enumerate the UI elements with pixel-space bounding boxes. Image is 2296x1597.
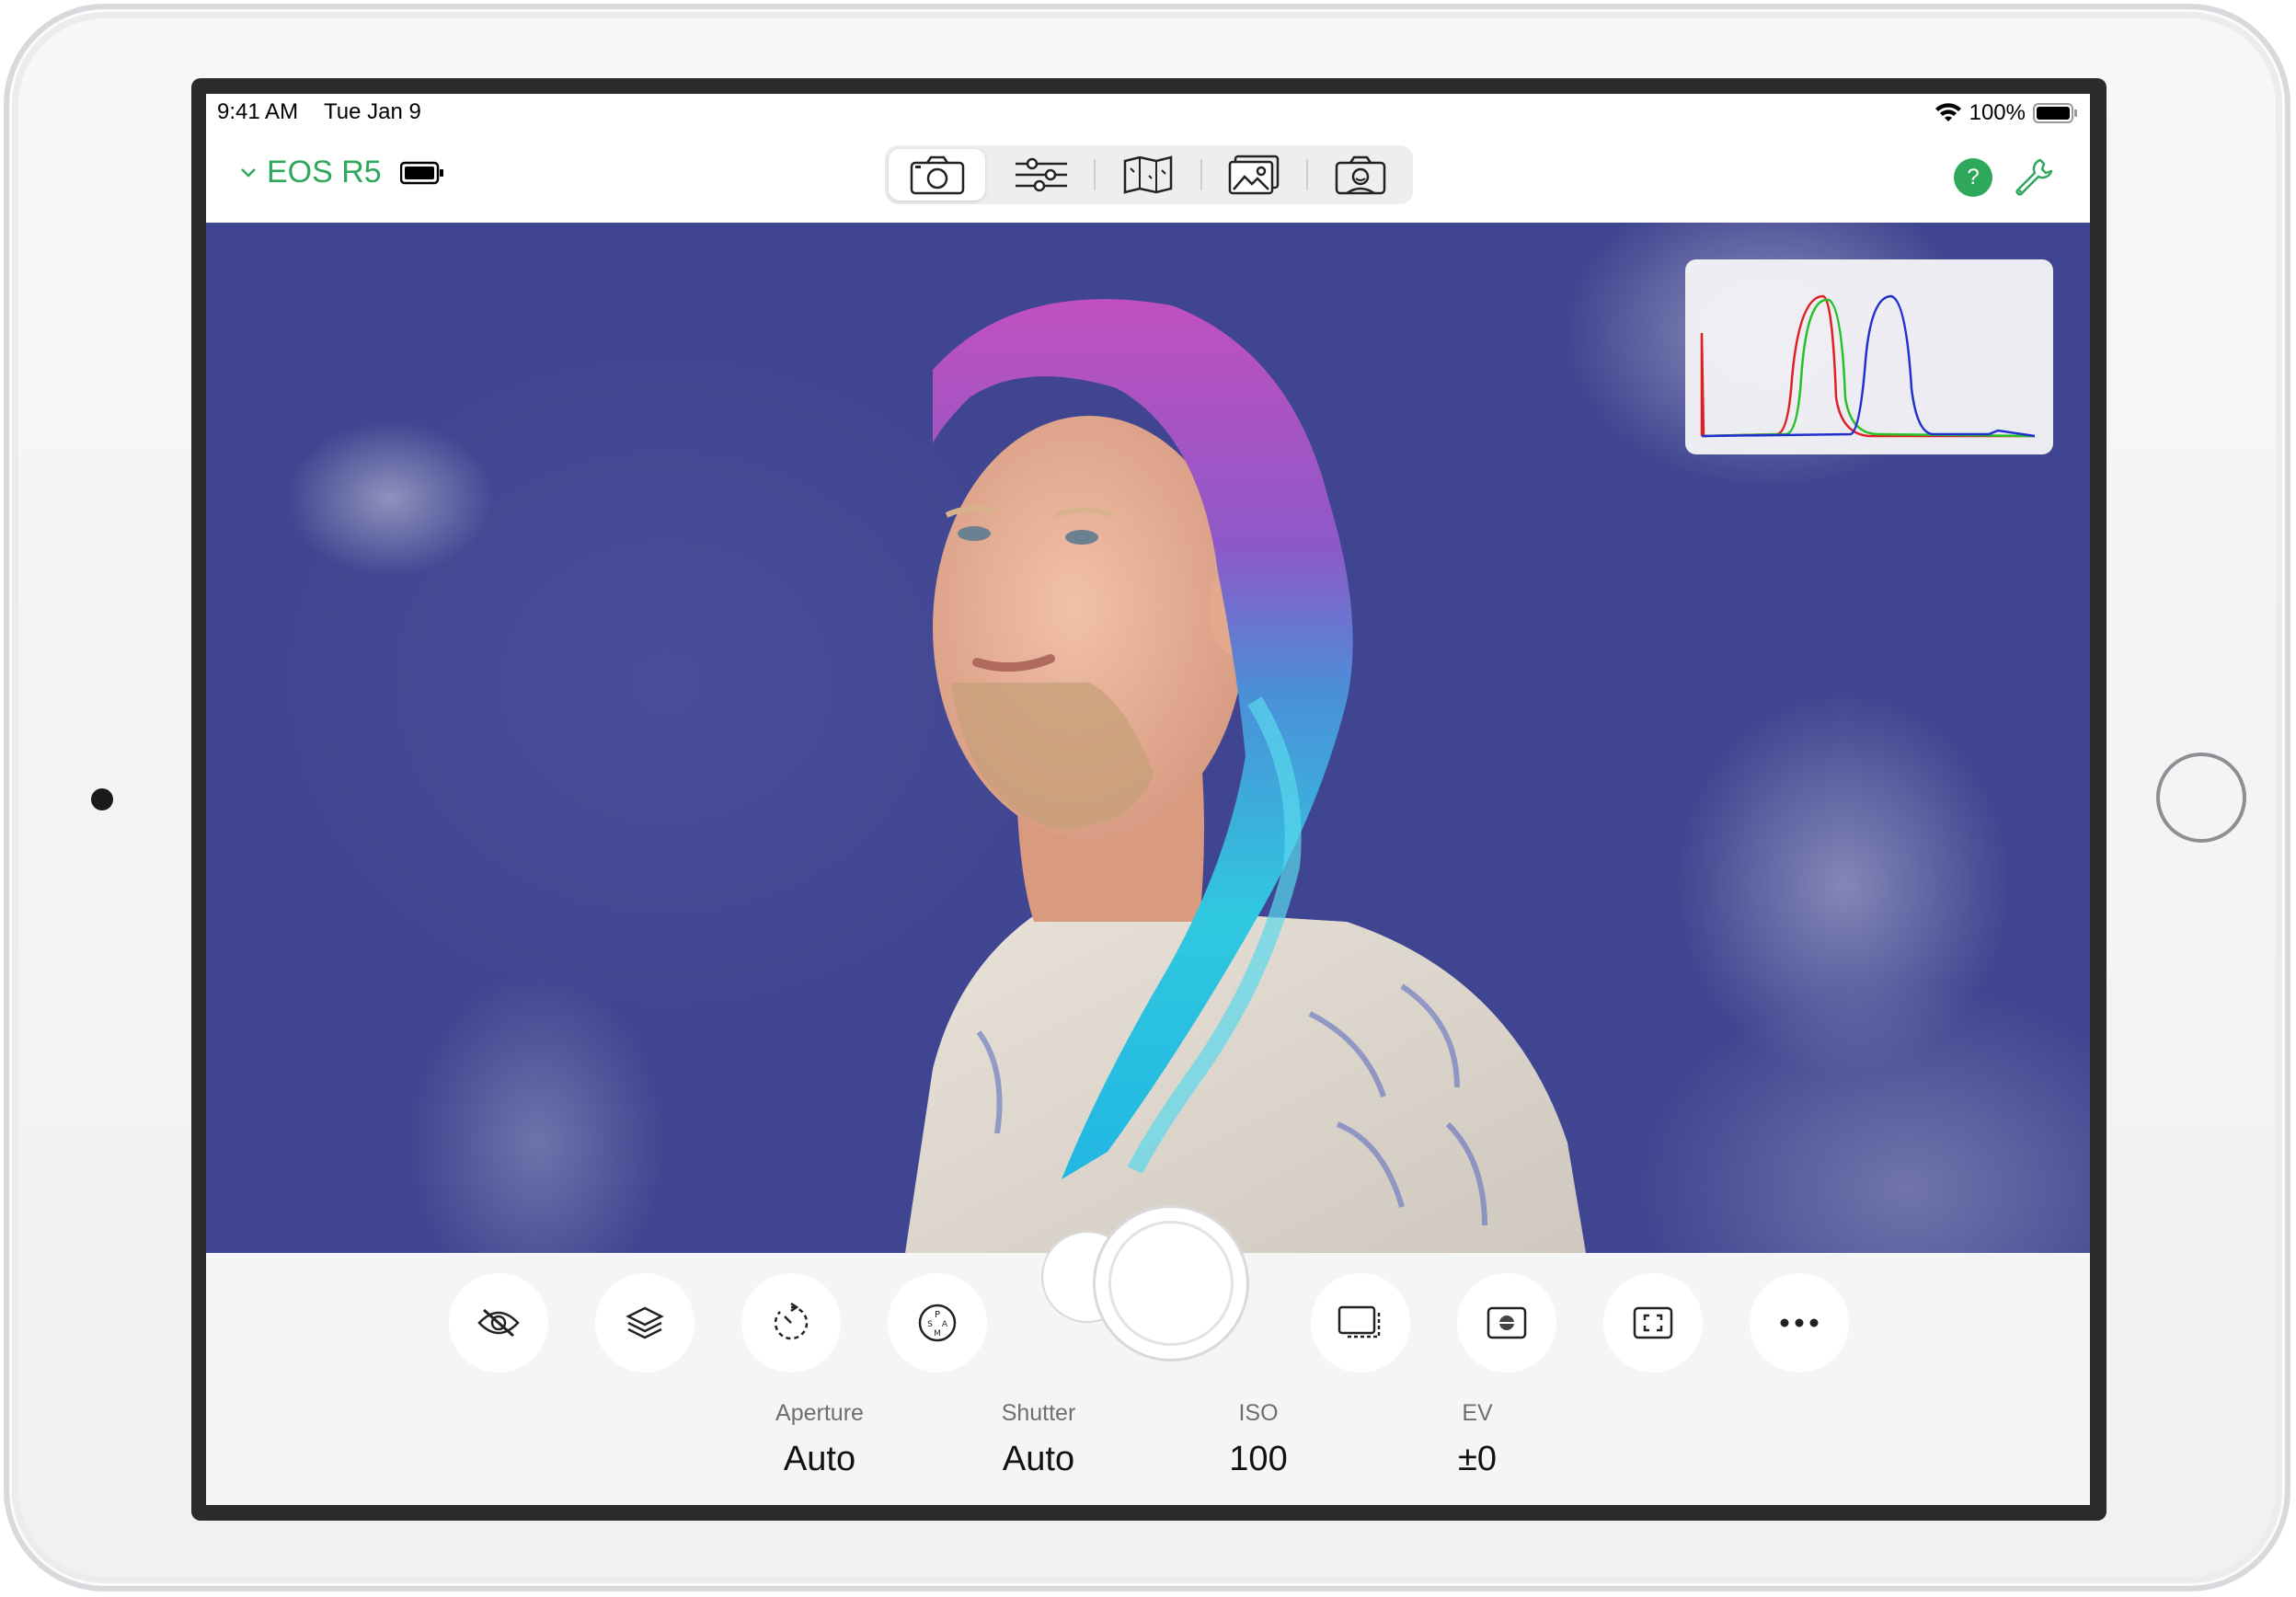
camera-battery-icon [399, 161, 443, 184]
map-icon [1123, 155, 1172, 194]
param-value: Auto [1002, 1440, 1075, 1478]
param-label: Aperture [775, 1400, 864, 1426]
timer-icon [774, 1302, 809, 1340]
camera-selector[interactable]: EOS R5 [239, 155, 444, 190]
mode-dial-icon: P S A M [918, 1304, 957, 1342]
home-button[interactable] [2156, 753, 2246, 843]
timer-button[interactable] [741, 1273, 841, 1373]
battery-icon [2033, 103, 2077, 123]
shutter-button[interactable] [1093, 1205, 1249, 1361]
wifi-icon [1934, 103, 1961, 121]
tab-adjustments[interactable] [989, 145, 1094, 204]
svg-text:M: M [934, 1329, 941, 1338]
battery-percent: 100% [1969, 100, 2026, 125]
status-date: Tue Jan 9 [324, 99, 421, 124]
histogram-graph [1700, 294, 2036, 438]
param-value: 100 [1229, 1440, 1288, 1478]
tab-map[interactable] [1096, 145, 1200, 204]
focus-frame-icon [1633, 1306, 1673, 1339]
drive-mode-button[interactable] [1311, 1273, 1410, 1373]
more-button[interactable] [1750, 1273, 1849, 1373]
param-shutter[interactable]: Shutter Auto [956, 1400, 1121, 1479]
param-label: EV [1462, 1400, 1493, 1426]
param-value: Auto [783, 1440, 856, 1478]
layers-button[interactable] [595, 1273, 695, 1373]
svg-text:S: S [927, 1320, 933, 1329]
photos-icon [1229, 155, 1280, 195]
eye-slash-icon [477, 1308, 520, 1338]
status-time: 9:41 AM [217, 99, 299, 124]
param-label: ISO [1238, 1400, 1279, 1426]
camera-icon [910, 155, 964, 195]
chevron-down-icon [241, 167, 256, 178]
drive-mode-icon [1337, 1305, 1381, 1338]
more-icon [1780, 1318, 1819, 1327]
wrench-icon[interactable] [2013, 156, 2055, 199]
histogram [1685, 259, 2053, 454]
camera-controls: P S A M Aperture Auto Shutter Auto ISO 1… [206, 1205, 2090, 1505]
help-button[interactable]: ? [1954, 158, 1992, 197]
param-iso[interactable]: ISO 100 [1176, 1400, 1341, 1479]
param-label: Shutter [1001, 1400, 1076, 1426]
sliders-icon [1015, 157, 1067, 192]
param-ev[interactable]: EV ±0 [1395, 1400, 1560, 1479]
metering-icon [1487, 1306, 1527, 1339]
tab-gallery[interactable] [1202, 145, 1307, 204]
svg-text:A: A [942, 1320, 948, 1329]
selfie-camera-icon [1335, 155, 1386, 195]
nav-bar: EOS R5 ? [206, 132, 2090, 223]
focus-button[interactable] [1603, 1273, 1703, 1373]
svg-text:P: P [935, 1310, 940, 1320]
shutter-controls [1041, 1205, 1253, 1380]
hide-overlay-button[interactable] [449, 1273, 548, 1373]
mode-button[interactable]: P S A M [888, 1273, 987, 1373]
metering-button[interactable] [1457, 1273, 1556, 1373]
param-aperture[interactable]: Aperture Auto [737, 1400, 902, 1479]
status-right: 100% [1934, 99, 2079, 127]
mode-toolbar [885, 145, 1413, 204]
front-camera [91, 788, 113, 810]
param-value: ±0 [1458, 1440, 1497, 1478]
screen: 9:41 AM Tue Jan 9 100% EOS R5 ? P S A M … [206, 94, 2090, 1505]
tab-photobooth[interactable] [1308, 145, 1413, 204]
camera-name: EOS R5 [267, 155, 382, 190]
status-bar: 9:41 AM Tue Jan 9 100% [206, 94, 2090, 132]
live-view[interactable] [206, 223, 2090, 1253]
tab-camera[interactable] [889, 149, 986, 201]
layers-icon [626, 1306, 664, 1339]
